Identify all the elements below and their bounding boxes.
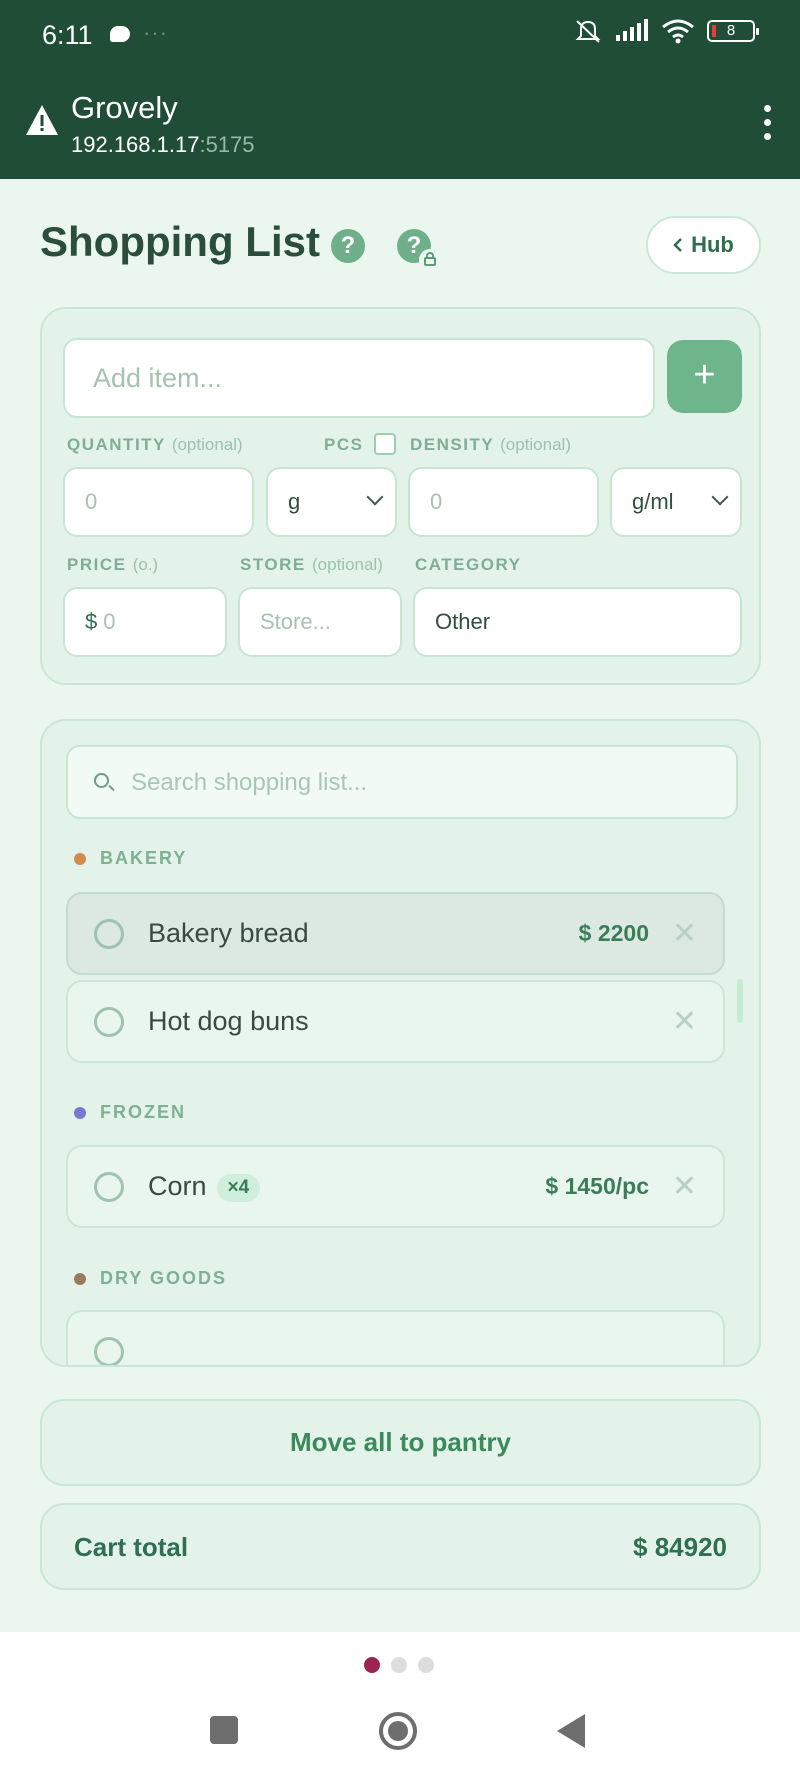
more-notifications-indicator: ··· xyxy=(143,20,168,45)
mute-icon xyxy=(575,20,601,43)
hub-label: Hub xyxy=(691,232,734,257)
item-price: $ 2200 xyxy=(578,920,649,946)
page-dot xyxy=(418,1657,434,1673)
category-select[interactable]: Other xyxy=(413,587,742,657)
item-price: $ 1450/pc xyxy=(545,1173,649,1199)
category-header-bakery: BAKERY xyxy=(74,848,187,869)
search-input[interactable]: Search shopping list... xyxy=(66,745,738,819)
search-icon xyxy=(94,773,109,788)
home-button-icon[interactable] xyxy=(379,1712,417,1750)
list-item[interactable]: Hot dog buns ✕ xyxy=(66,980,725,1063)
battery-level: 8 xyxy=(726,22,736,39)
status-icons: 8 xyxy=(573,18,759,44)
item-name: Hot dog buns xyxy=(148,1006,309,1036)
price-label: PRICE (o.) xyxy=(67,555,159,574)
unit-select[interactable]: g xyxy=(266,467,397,537)
chevron-down-icon xyxy=(711,488,729,506)
url-port: :5175 xyxy=(199,132,255,157)
status-time: 6:11 xyxy=(42,20,93,50)
list-item[interactable]: Bakery bread $ 2200 ✕ xyxy=(66,892,725,975)
cart-total-label: Cart total xyxy=(74,1532,189,1562)
pcs-checkbox[interactable] xyxy=(374,433,396,455)
list-item[interactable]: Corn ×4 $ 1450/pc ✕ xyxy=(66,1145,725,1228)
more-menu-icon[interactable] xyxy=(764,105,772,147)
recents-button-icon[interactable] xyxy=(210,1716,238,1744)
category-header-dry-goods: DRY GOODS xyxy=(74,1268,227,1289)
store-input[interactable]: Store... xyxy=(238,587,402,657)
url-host: 192.168.1.17 xyxy=(71,132,200,157)
system-navigation xyxy=(0,1632,800,1778)
item-name: Bakery bread xyxy=(148,918,309,948)
chevron-left-icon xyxy=(673,238,682,252)
item-checkbox[interactable] xyxy=(94,1007,124,1037)
remove-item-icon[interactable]: ✕ xyxy=(672,1004,697,1039)
back-button-icon[interactable] xyxy=(557,1714,585,1748)
remove-item-icon[interactable]: ✕ xyxy=(672,1169,697,1204)
quantity-label: QUANTITY (optional) xyxy=(67,435,243,454)
app-url: 192.168.1.17:5175 xyxy=(71,132,255,158)
warning-icon xyxy=(26,105,58,135)
density-unit-select[interactable]: g/ml xyxy=(610,467,742,537)
search-placeholder: Search shopping list... xyxy=(131,769,368,796)
help-lock-icon[interactable]: ? xyxy=(397,229,441,271)
density-input[interactable]: 0 xyxy=(408,467,599,537)
cart-total: Cart total $ 84920 xyxy=(40,1503,761,1590)
item-checkbox[interactable] xyxy=(94,919,124,949)
wifi-icon xyxy=(662,19,694,44)
currency-symbol: $ xyxy=(85,609,98,634)
cart-total-value: $ 84920 xyxy=(633,1532,727,1562)
category-dot xyxy=(74,852,86,865)
page-dot xyxy=(391,1657,407,1673)
hub-button[interactable]: Hub xyxy=(646,216,761,274)
shopping-list-card: Search shopping list... BAKERY Bakery br… xyxy=(40,719,761,1367)
remove-item-icon[interactable]: ✕ xyxy=(672,916,697,951)
list-item[interactable] xyxy=(66,1310,725,1365)
help-icon[interactable]: ? xyxy=(331,229,365,263)
category-dot xyxy=(74,1106,86,1119)
page-indicator xyxy=(364,1657,434,1673)
item-name: Corn ×4 xyxy=(148,1171,261,1202)
pcs-label: PCS xyxy=(324,435,364,454)
quantity-input[interactable]: 0 xyxy=(63,467,254,537)
signal-icon xyxy=(616,19,648,41)
category-label: CATEGORY xyxy=(415,555,522,574)
move-all-to-pantry-button[interactable]: Move all to pantry xyxy=(40,1399,761,1486)
store-label: STORE (optional) xyxy=(240,555,383,574)
category-dot xyxy=(74,1272,86,1285)
battery-icon: 8 xyxy=(707,20,759,42)
item-checkbox[interactable] xyxy=(94,1172,124,1202)
category-header-frozen: FROZEN xyxy=(74,1102,186,1123)
density-label: DENSITY (optional) xyxy=(410,435,571,454)
chat-notification-icon xyxy=(110,26,130,42)
add-item-button[interactable]: + xyxy=(667,340,742,413)
scrollbar[interactable] xyxy=(737,979,743,1023)
add-item-card: Add item... + QUANTITY (optional) PCS DE… xyxy=(40,307,761,685)
chevron-down-icon xyxy=(366,488,384,506)
app-title: Grovely xyxy=(71,90,178,125)
page-title: Shopping List xyxy=(40,218,320,265)
price-input[interactable]: $0 xyxy=(63,587,227,657)
page-dot-active xyxy=(364,1657,380,1673)
browser-app-bar: Grovely 192.168.1.17:5175 xyxy=(0,75,800,179)
quantity-badge: ×4 xyxy=(216,1173,261,1202)
add-item-input[interactable]: Add item... xyxy=(63,338,655,418)
item-checkbox[interactable] xyxy=(94,1337,124,1365)
status-bar: 6:11 ··· 8 xyxy=(0,0,800,75)
